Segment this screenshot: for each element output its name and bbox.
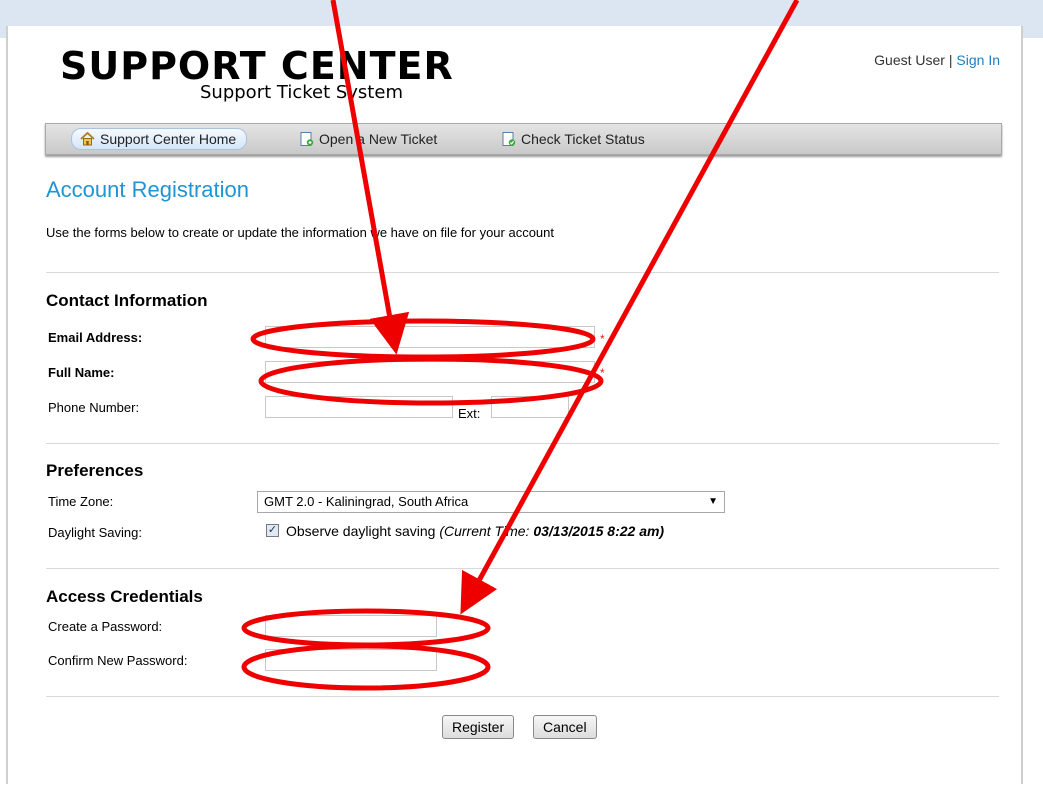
credentials-section-title: Access Credentials bbox=[46, 587, 203, 606]
create-password-field[interactable] bbox=[265, 615, 437, 637]
full-name-label: Full Name: bbox=[48, 365, 115, 380]
guest-user-label: Guest User bbox=[874, 52, 945, 68]
time-zone-label: Time Zone: bbox=[48, 494, 114, 509]
home-icon bbox=[80, 132, 95, 146]
nav-label: Support Center Home bbox=[100, 131, 237, 147]
observe-dst-label: Observe daylight saving bbox=[286, 523, 436, 539]
create-password-label: Create a Password: bbox=[48, 619, 163, 634]
daylight-saving-label: Daylight Saving: bbox=[48, 525, 142, 540]
daylight-saving-text: Observe daylight saving (Current Time: 0… bbox=[286, 523, 664, 539]
nav-label: Open a New Ticket bbox=[319, 131, 438, 147]
confirm-password-field[interactable] bbox=[265, 649, 437, 671]
page-title: Account Registration bbox=[46, 177, 249, 202]
logo-subtitle: Support Ticket System bbox=[200, 82, 403, 103]
nav-check-ticket-status[interactable]: Check Ticket Status bbox=[493, 129, 655, 149]
ext-label: Ext: bbox=[458, 406, 481, 421]
user-separator: | bbox=[948, 52, 953, 68]
daylight-saving-checkbox[interactable]: ✓ bbox=[266, 524, 279, 537]
email-required-mark: * bbox=[600, 332, 605, 346]
user-area: Guest User | Sign In bbox=[874, 52, 1000, 68]
phone-field[interactable] bbox=[265, 396, 453, 418]
cancel-button[interactable]: Cancel bbox=[533, 715, 597, 739]
nav-label: Check Ticket Status bbox=[521, 131, 645, 147]
time-zone-value: GMT 2.0 - Kaliningrad, South Africa bbox=[264, 494, 469, 509]
document-new-icon bbox=[300, 132, 314, 146]
email-field[interactable] bbox=[265, 326, 595, 348]
current-time-value: 03/13/2015 8:22 am) bbox=[533, 523, 665, 539]
divider bbox=[46, 272, 999, 273]
divider bbox=[46, 443, 999, 444]
main-nav: Support Center Home Open a New Ticket Ch… bbox=[45, 123, 1002, 155]
preferences-section-title: Preferences bbox=[46, 461, 144, 480]
chevron-down-icon: ▼ bbox=[708, 496, 718, 507]
phone-ext-field[interactable] bbox=[491, 396, 569, 418]
full-name-field[interactable] bbox=[265, 361, 595, 383]
current-time-prefix: (Current Time: bbox=[439, 523, 530, 539]
nav-open-new-ticket[interactable]: Open a New Ticket bbox=[291, 129, 447, 149]
email-label: Email Address: bbox=[48, 330, 143, 345]
full-name-required-mark: * bbox=[600, 366, 605, 380]
divider bbox=[46, 568, 999, 569]
time-zone-select[interactable]: GMT 2.0 - Kaliningrad, South Africa ▼ bbox=[257, 491, 725, 513]
intro-text: Use the forms below to create or update … bbox=[46, 225, 554, 240]
divider bbox=[46, 696, 999, 697]
document-check-icon bbox=[502, 132, 516, 146]
contact-section-title: Contact Information bbox=[46, 291, 208, 310]
confirm-password-label: Confirm New Password: bbox=[48, 653, 188, 668]
phone-label: Phone Number: bbox=[48, 400, 140, 415]
sign-in-link[interactable]: Sign In bbox=[956, 52, 1000, 68]
register-button[interactable]: Register bbox=[442, 715, 515, 739]
nav-support-center-home[interactable]: Support Center Home bbox=[71, 128, 248, 150]
